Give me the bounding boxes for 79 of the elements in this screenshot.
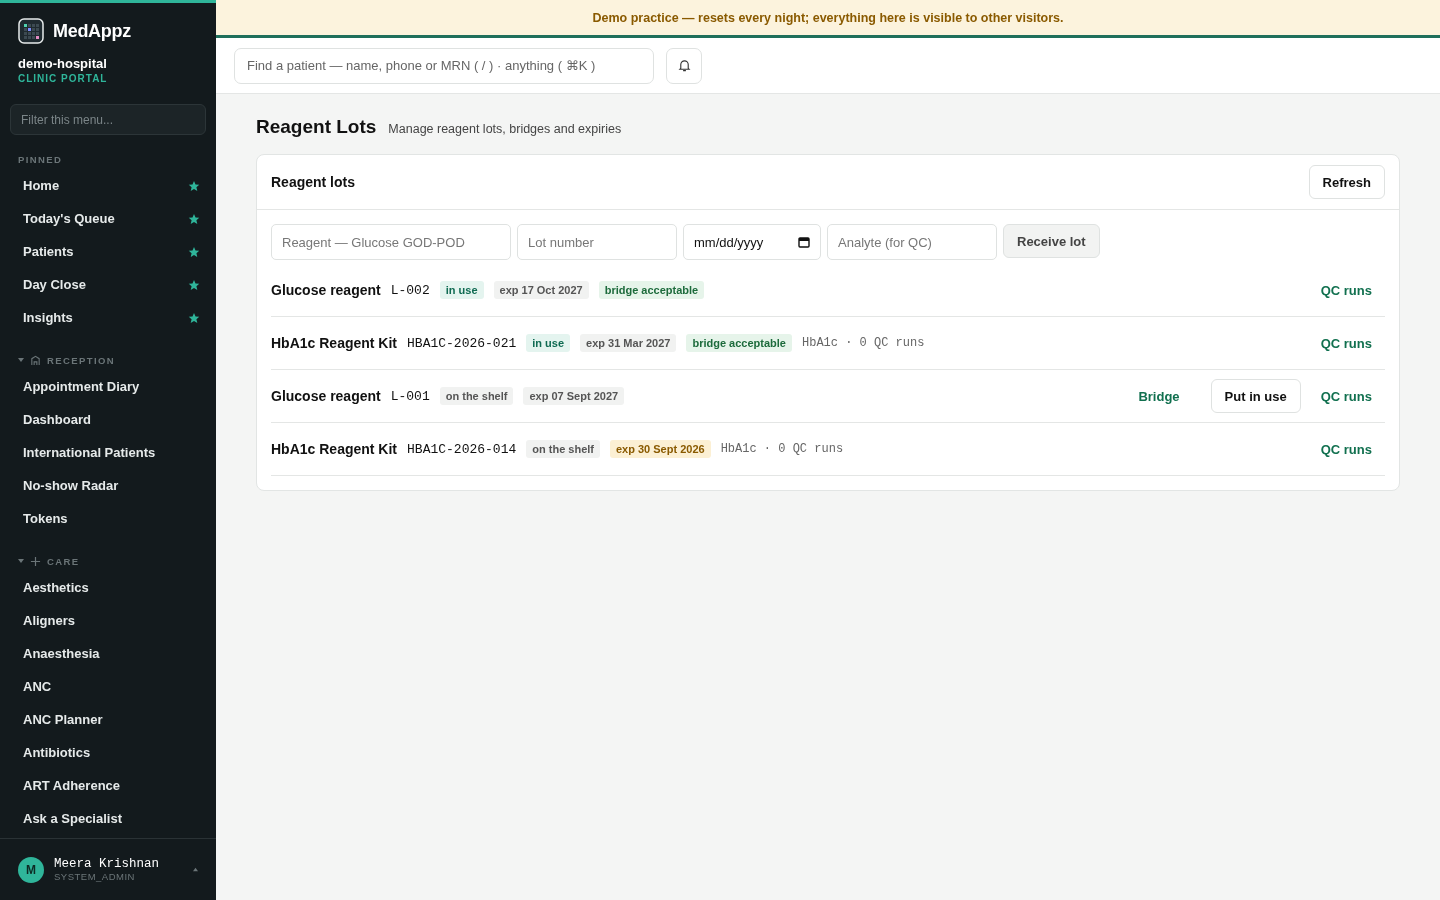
search-field[interactable]: Find a patient — name, phone or MRN ( / ) · anything ( ⌘K ) xyxy=(234,47,654,84)
caret-icon[interactable] xyxy=(18,558,24,564)
star-icon xyxy=(188,245,200,258)
caret-icon[interactable] xyxy=(18,357,24,363)
reagent-name: Glucose reagent xyxy=(271,388,381,404)
menu-item[interactable]: Patients xyxy=(0,235,216,268)
menu-item[interactable]: Today's Queue xyxy=(0,202,216,235)
user-role: SYSTEM_ADMIN xyxy=(54,871,136,882)
menu-item[interactable]: Day Close xyxy=(0,268,216,301)
menu-item[interactable]: Home xyxy=(0,169,216,202)
status-tag: bridge acceptable xyxy=(598,281,705,299)
section-title: RECEPTION xyxy=(47,354,116,366)
building-icon xyxy=(30,354,41,366)
status-tag: bridge acceptable xyxy=(686,334,792,352)
receive-lot-button[interactable]: Receive lot xyxy=(1003,224,1100,258)
menu-item[interactable]: International Patients xyxy=(0,436,216,469)
organization-name: demo-hospital xyxy=(17,55,108,71)
menu-item[interactable]: ART Adherence xyxy=(0,769,216,802)
lot-code: HBA1C-2026-014 xyxy=(407,441,517,457)
put-in-use-button[interactable]: Put in use xyxy=(1210,379,1301,413)
menu-item[interactable]: Appointment Diary xyxy=(0,370,216,403)
page-title: Reagent Lots xyxy=(256,116,377,138)
menu-item[interactable]: Insights xyxy=(0,301,216,334)
brand-name: MedAppz xyxy=(53,20,131,42)
status-tag: on the shelf xyxy=(439,387,514,405)
refresh-button[interactable]: Refresh xyxy=(1308,165,1385,199)
lot-code: HBA1C-2026-021 xyxy=(407,335,517,351)
menu-item[interactable]: ANC xyxy=(0,670,216,703)
menu-filter-field[interactable]: Filter this menu... xyxy=(10,104,206,135)
status-tag: on the shelf xyxy=(526,440,600,458)
menu-item[interactable]: Aligners xyxy=(0,604,216,637)
lot-code: L-002 xyxy=(390,282,430,298)
calendar-icon[interactable] xyxy=(798,236,810,248)
status-tag: exp 07 Sept 2027 xyxy=(523,387,625,405)
lot-meta: HbA1c · 0 QC runs xyxy=(802,336,925,350)
reagent-name: HbA1c Reagent Kit xyxy=(271,335,398,351)
action-link[interactable]: QC runs xyxy=(1310,282,1385,298)
plus-icon xyxy=(30,555,41,567)
user-name: Meera Krishnan xyxy=(54,857,161,871)
menu-item[interactable]: Tokens xyxy=(0,502,216,535)
caret-icon[interactable] xyxy=(193,867,198,872)
menu-item[interactable]: No-show Radar xyxy=(0,469,216,502)
menu-item[interactable]: Antibiotics xyxy=(0,736,216,769)
status-tag: in use xyxy=(526,334,571,352)
menu-item[interactable]: Ask a Specialist xyxy=(0,802,216,835)
portal-label: CLINIC PORTAL xyxy=(17,72,109,84)
menu-item[interactable]: ANC Planner xyxy=(0,703,216,736)
expiry-date-field[interactable]: mm/dd/yyyy xyxy=(683,224,821,260)
action-link[interactable]: Bridge xyxy=(1128,388,1193,404)
action-link[interactable]: QC runs xyxy=(1310,335,1385,351)
status-tag: exp 17 Oct 2027 xyxy=(493,281,589,299)
star-icon xyxy=(188,311,200,324)
status-tag: exp 31 Mar 2027 xyxy=(580,334,677,352)
reagent-name: Glucose reagent xyxy=(271,282,381,298)
action-link[interactable]: QC runs xyxy=(1310,441,1385,457)
star-icon xyxy=(188,212,200,225)
demo-banner: Demo practice — resets every night; everything here is visible to other visitors. xyxy=(216,0,1440,38)
section-title: CARE xyxy=(47,555,80,567)
star-icon xyxy=(188,278,200,291)
lot-meta: HbA1c · 0 QC runs xyxy=(720,442,844,456)
reagent-field[interactable]: Reagent — Glucose GOD-POD xyxy=(271,224,511,260)
reagent-name: HbA1c Reagent Kit xyxy=(271,441,398,457)
status-tag: in use xyxy=(439,281,484,299)
action-link[interactable]: QC runs xyxy=(1310,388,1385,404)
card-title: Reagent lots xyxy=(271,174,355,190)
menu-item[interactable]: Dashboard xyxy=(0,403,216,436)
section-title: PINNED xyxy=(18,153,63,165)
menu-item[interactable]: Anaesthesia xyxy=(0,637,216,670)
menu-item[interactable]: Aesthetics xyxy=(0,571,216,604)
notifications-button[interactable] xyxy=(666,47,702,84)
user-avatar: M xyxy=(18,856,44,883)
lot-number-field[interactable]: Lot number xyxy=(517,224,677,260)
star-icon xyxy=(188,179,200,192)
page-subtitle: Manage reagent lots, bridges and expiries xyxy=(388,122,622,136)
status-tag: exp 30 Sept 2026 xyxy=(610,440,711,458)
logo-icon xyxy=(18,18,44,44)
analyte-field[interactable]: Analyte (for QC) xyxy=(827,224,997,260)
lot-code: L-001 xyxy=(390,388,430,404)
bell-icon xyxy=(677,59,691,72)
